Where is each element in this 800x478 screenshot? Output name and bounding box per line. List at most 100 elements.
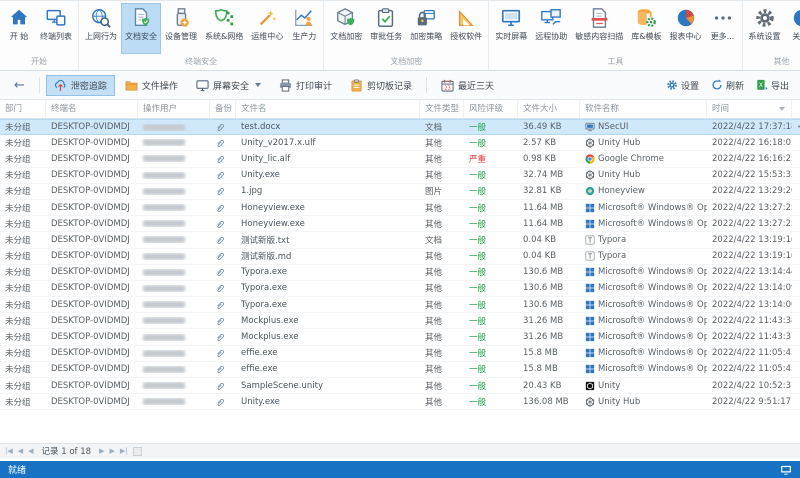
- table-row[interactable]: 未分组 DESKTOP-0VIDMDJ effie.exe 其他 一般 15.8 MB Mi…: [0, 361, 800, 378]
- toolbar-tab-trace[interactable]: 泄密追踪: [45, 74, 115, 96]
- table-row[interactable]: 未分组 DESKTOP-0VIDMDJ Honeyview.exe 其他 一般 11.64…: [0, 199, 800, 217]
- toolbar-tab-file-ops[interactable]: 文件操作: [117, 75, 186, 96]
- toolbar-tab-screen[interactable]: 屏幕安全: [188, 75, 269, 96]
- paperclip-icon[interactable]: [215, 186, 225, 196]
- paperclip-icon[interactable]: [215, 170, 225, 180]
- column-header-3[interactable]: 操作用户: [138, 100, 210, 118]
- paperclip-icon[interactable]: [215, 381, 225, 391]
- column-header-8[interactable]: 文件大小: [518, 100, 580, 118]
- paperclip-icon[interactable]: [215, 332, 225, 342]
- toolbar-action-gear-small[interactable]: 设置: [661, 77, 704, 94]
- table-row[interactable]: 未分组 DESKTOP-0VIDMDJ 测试新版.md 其他 一般 0.04 KB T Typ…: [0, 248, 800, 265]
- ribbon-item-pie[interactable]: 报表中心: [666, 3, 706, 54]
- paperclip-icon[interactable]: [215, 300, 225, 310]
- table-row[interactable]: 未分组 DESKTOP-0VIDMDJ Unity.exe 其他 一般 32.74 MB U…: [0, 167, 800, 184]
- paperclip-icon[interactable]: [215, 251, 225, 261]
- paperclip-icon[interactable]: [215, 267, 225, 277]
- paperclip-icon[interactable]: [215, 348, 225, 358]
- column-header-1[interactable]: 部门: [0, 100, 46, 118]
- ribbon-item-doc-shield[interactable]: 文档安全: [121, 3, 161, 54]
- column-header-5[interactable]: 文件名: [236, 100, 420, 118]
- table-row[interactable]: 未分组 DESKTOP-0VIDMDJ Typora.exe 其他 一般 130.6 MB…: [0, 264, 800, 281]
- paperclip-icon[interactable]: [215, 316, 225, 326]
- table-row[interactable]: 未分组 DESKTOP-0VIDMDJ Typora.exe 其他 一般 130.6 MB…: [0, 280, 800, 298]
- column-header-4[interactable]: 备份: [210, 100, 236, 118]
- cell-backup[interactable]: [210, 381, 236, 391]
- cell-backup[interactable]: [210, 300, 236, 310]
- table-row[interactable]: 未分组 DESKTOP-0VIDMDJ Honeyview.exe 其他 一般 11.64…: [0, 216, 800, 233]
- table-row[interactable]: 未分组 DESKTOP-0VIDMDJ Mockplus.exe 其他 一般 31.26 …: [0, 329, 800, 346]
- toolbar-action-refresh[interactable]: 刷新: [706, 77, 749, 94]
- ribbon-item-shield-net[interactable]: 系统&网络: [201, 3, 247, 54]
- time-filter-arrow-icon[interactable]: [779, 107, 785, 111]
- cell-backup[interactable]: [210, 364, 236, 374]
- ribbon-item-usb[interactable]: 设备管理: [161, 3, 201, 54]
- ribbon-item-db-gear[interactable]: 库&模板: [627, 3, 665, 54]
- paperclip-icon[interactable]: [215, 397, 225, 407]
- ribbon-item-info[interactable]: 关 于: [785, 3, 800, 54]
- ribbon-item-more[interactable]: 更多...: [706, 3, 740, 54]
- next-page-button[interactable]: ▶: [99, 446, 104, 456]
- prev-page-button[interactable]: ◀: [28, 446, 33, 456]
- pager-extra-button[interactable]: [132, 446, 142, 456]
- column-header-2[interactable]: 终端名: [46, 100, 138, 118]
- column-header-6[interactable]: 文件类型: [420, 100, 464, 118]
- paperclip-icon[interactable]: [215, 283, 225, 293]
- table-row[interactable]: 未分组 DESKTOP-0VIDMDJ 1.jpg 图片 一般 32.81 KB Honey…: [0, 183, 800, 200]
- table-row[interactable]: 未分组 DESKTOP-0VIDMDJ test.docx 文档 一般 36.49 KB N…: [0, 119, 800, 136]
- first-page-button[interactable]: |◀: [5, 446, 13, 456]
- ribbon-item-ruler[interactable]: 授权软件: [446, 3, 486, 54]
- table-row[interactable]: 未分组 DESKTOP-0VIDMDJ Unity_v2017.x.ulf 其他 一般 2…: [0, 135, 800, 152]
- last-page-button[interactable]: ▶|: [120, 446, 128, 456]
- ribbon-item-cube-shield[interactable]: 文档加密: [326, 3, 366, 54]
- ribbon-item-doc-scan[interactable]: 敏感内容扫描: [571, 3, 627, 54]
- status-monitor-icon[interactable]: [780, 465, 792, 475]
- paperclip-icon[interactable]: [215, 219, 225, 229]
- cell-backup[interactable]: [210, 397, 236, 407]
- ribbon-item-clipboard-check[interactable]: 审批任务: [366, 3, 406, 54]
- cell-backup[interactable]: [210, 203, 236, 213]
- cell-backup[interactable]: [210, 219, 236, 229]
- cell-backup[interactable]: [210, 170, 236, 180]
- paperclip-icon[interactable]: [215, 203, 225, 213]
- table-row[interactable]: 未分组 DESKTOP-0VIDMDJ Unity_lic.alf 其他 严重 0.98 …: [0, 151, 800, 168]
- toolbar-tab-clipboard[interactable]: 剪切板记录: [342, 75, 420, 96]
- table-row[interactable]: 未分组 DESKTOP-0VIDMDJ Mockplus.exe 其他 一般 31.26 …: [0, 313, 800, 330]
- cell-backup[interactable]: [210, 138, 236, 148]
- toolbar-tab-printer[interactable]: 打印审计: [271, 75, 340, 96]
- cell-backup[interactable]: [210, 235, 236, 245]
- cell-backup[interactable]: [210, 186, 236, 196]
- cell-backup[interactable]: [210, 251, 236, 261]
- column-header-10[interactable]: 时间: [707, 100, 792, 118]
- ribbon-item-gear[interactable]: 系统设置: [745, 3, 785, 54]
- cell-backup[interactable]: [210, 154, 236, 164]
- paperclip-icon[interactable]: [215, 235, 225, 245]
- paperclip-icon[interactable]: [215, 154, 225, 164]
- prev-group-button[interactable]: ◀: [18, 446, 23, 456]
- column-header-7[interactable]: 风险评级: [464, 100, 518, 118]
- ribbon-item-web[interactable]: 上网行为: [81, 3, 121, 54]
- table-row[interactable]: 未分组 DESKTOP-0VIDMDJ Typora.exe 其他 一般 130.6 MB…: [0, 297, 800, 314]
- cell-backup[interactable]: [210, 316, 236, 326]
- cell-more[interactable]: •••: [792, 123, 800, 131]
- cell-backup[interactable]: [210, 267, 236, 277]
- paperclip-icon[interactable]: [215, 364, 225, 374]
- ribbon-item-monitors[interactable]: 远程协助: [531, 3, 571, 54]
- cell-backup[interactable]: [210, 348, 236, 358]
- date-filter-button[interactable]: 23 最近三天: [433, 75, 502, 96]
- column-header-9[interactable]: 软件名称: [580, 100, 707, 118]
- cell-backup[interactable]: [210, 122, 236, 132]
- ribbon-item-chart-person[interactable]: 生产力: [287, 3, 321, 54]
- cell-backup[interactable]: [210, 283, 236, 293]
- toolbar-action-export[interactable]: X 导出: [751, 77, 794, 94]
- cell-backup[interactable]: [210, 332, 236, 342]
- table-row[interactable]: 未分组 DESKTOP-0VIDMDJ 测试新版.txt 文档 一般 0.04 KB T Ty…: [0, 232, 800, 249]
- ribbon-item-monitor[interactable]: 实时屏幕: [491, 3, 531, 54]
- ribbon-item-lock[interactable]: 加密策略: [406, 3, 446, 54]
- back-button[interactable]: ←: [6, 78, 33, 93]
- next-group-button[interactable]: ▶: [109, 446, 114, 456]
- table-row[interactable]: 未分组 DESKTOP-0VIDMDJ SampleScene.unity 其他 一般 2…: [0, 378, 800, 395]
- paperclip-icon[interactable]: [215, 122, 225, 132]
- paperclip-icon[interactable]: [215, 138, 225, 148]
- table-row[interactable]: 未分组 DESKTOP-0VIDMDJ Unity.exe 其他 一般 136.08 MB…: [0, 394, 800, 411]
